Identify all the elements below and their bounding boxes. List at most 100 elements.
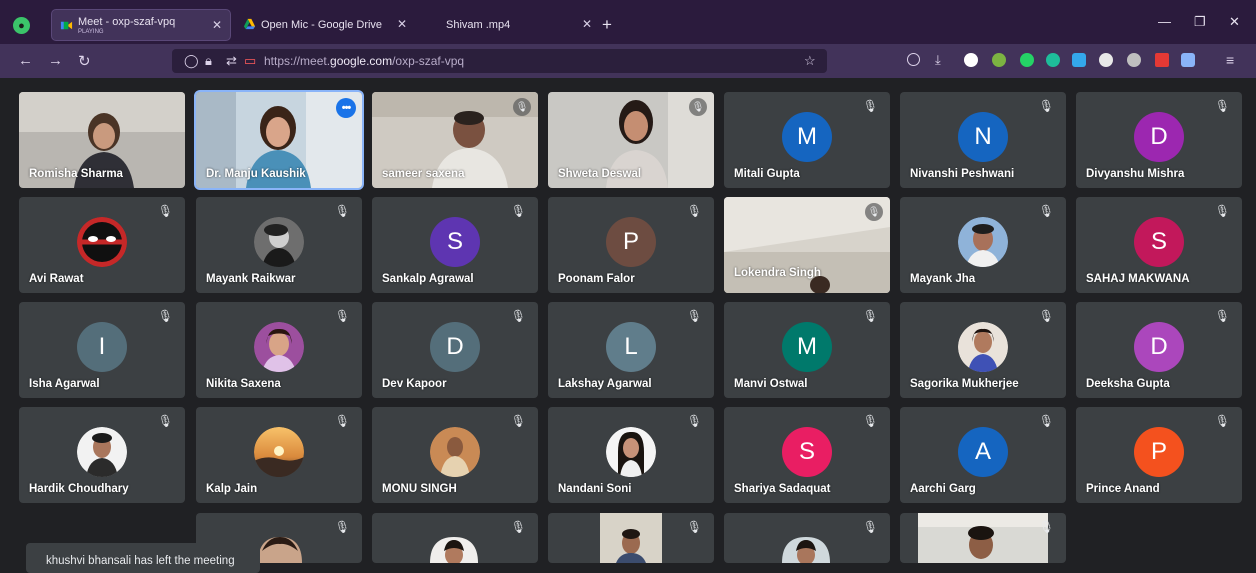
back-icon[interactable]: ← [18,52,33,69]
address-bar[interactable]: ◯ 🔒︎ ⇄ ▭ https://meet.google.com/oxp-sza… [172,49,827,73]
participant-tile[interactable]: 🎙︎ P Prince Anand [1076,407,1242,503]
participant-tile[interactable]: 🎙︎ N Nivanshi Peshwani [900,92,1066,188]
participant-name: Mayank Raikwar [206,273,296,285]
mic-off-icon: 🎙︎ [686,204,702,218]
participant-tile[interactable]: 🎙︎ D Deeksha Gupta [1076,302,1242,398]
participant-tile[interactable]: 🎙︎ Shweta Deswal [548,92,714,188]
pocket-icon[interactable] [907,53,920,66]
close-tab-icon[interactable]: ✕ [582,17,592,31]
participant-name: Avi Rawat [29,273,84,285]
mic-off-icon: 🎙︎ [865,203,883,221]
participant-tile[interactable]: 🎙︎ S Shariya Sadaquat [724,407,890,503]
participant-name: Sagorika Mukherjee [910,378,1019,390]
participant-tile[interactable]: 🎙︎ Mayank Raikwar [196,197,362,293]
participant-avatar [430,537,478,563]
restore-icon[interactable]: ❐ [1194,14,1206,30]
participant-tile[interactable]: 🎙︎ L Lakshay Agarwal [548,302,714,398]
download-icon[interactable]: ⤓ [935,52,941,68]
participant-tile[interactable]: Romisha Sharma [19,92,185,188]
participant-tile[interactable]: 🎙︎ Nikita Saxena [196,302,362,398]
mic-off-icon: 🎙︎ [334,414,350,428]
participant-name: SAHAJ MAKWANA [1086,273,1190,285]
participant-tile[interactable]: 🎙︎ D Divyanshu Mishra [1076,92,1242,188]
meet-icon [60,21,73,30]
mic-off-icon: 🎙︎ [862,414,878,428]
participant-tile[interactable]: 🎙︎ [900,513,1066,563]
tab-title: Meet - oxp-szaf-vpq [78,16,176,28]
extension-screen-icon[interactable] [1072,53,1086,67]
participant-avatar [958,322,1008,372]
participant-tile[interactable]: 🎙︎ Mayank Jha [900,197,1066,293]
participant-name: MONU SINGH [382,483,457,495]
participant-tile[interactable]: 🎙︎ M Mitali Gupta [724,92,890,188]
participant-name: Manvi Ostwal [734,378,808,390]
participant-tile[interactable]: 🎙︎ Avi Rawat [19,197,185,293]
google-drive-icon [243,18,256,30]
close-tab-icon[interactable]: ✕ [212,18,222,32]
participant-name: Divyanshu Mishra [1086,168,1185,180]
close-tab-icon[interactable]: ✕ [397,17,407,31]
participant-tile[interactable]: 🎙︎ M Manvi Ostwal [724,302,890,398]
shield-icon[interactable]: ◯ [184,53,199,69]
participant-tile[interactable]: 🎙︎ Nandani Soni [548,407,714,503]
forward-icon[interactable]: → [48,52,63,69]
tab-video-file[interactable]: Shivam .mp4 ✕ [420,9,600,41]
participant-tile[interactable]: 🎙︎ MONU SINGH [372,407,538,503]
participant-tile[interactable]: 🎙︎ D Dev Kapoor [372,302,538,398]
url-text: https://meet.google.com/oxp-szaf-vpq [264,54,465,68]
participant-name: Poonam Falor [558,273,635,285]
reload-icon[interactable]: ↻ [78,52,91,70]
tab-title: Open Mic - Google Drive [261,19,383,31]
extension-circle-icon[interactable] [1099,53,1113,67]
new-tab-icon[interactable]: + [602,15,612,35]
participant-tile[interactable]: 🎙︎ Hardik Choudhary [19,407,185,503]
lock-icon[interactable]: 🔒︎ [205,53,212,69]
mic-off-icon: 🎙︎ [1038,204,1054,218]
permissions-icon[interactable]: ⇄ [226,53,237,69]
mic-off-icon: 🎙︎ [1214,99,1230,113]
whatsapp-icon[interactable] [1020,53,1034,67]
participant-tile[interactable]: ••• Dr. Manju Kaushik [194,90,364,190]
participant-tile[interactable]: 🎙︎ P Poonam Falor [548,197,714,293]
bookmark-star-icon[interactable]: ☆ [804,53,816,69]
browser-app-icon[interactable]: ● [13,17,30,34]
tab-title: Shivam .mp4 [446,19,511,31]
extension-globe-icon[interactable] [1127,53,1141,67]
participant-tile[interactable]: 🎙︎ Kalp Jain [196,407,362,503]
mic-off-icon: 🎙︎ [334,309,350,323]
participant-name: Mayank Jha [910,273,976,285]
participant-tile[interactable]: 🎙︎ [372,513,538,563]
participant-tile[interactable]: 🎙︎ sameer saxena [372,92,538,188]
participant-tile[interactable]: 🎙︎ Lokendra Singh [724,197,890,293]
mic-off-icon: 🎙︎ [513,98,531,116]
participant-avatar [958,217,1008,267]
participant-tile[interactable]: 🎙︎ S Sankalp Agrawal [372,197,538,293]
extension-meet-icon[interactable] [992,53,1006,67]
extension-shield-icon[interactable] [1181,53,1195,67]
camera-sharing-icon[interactable]: ▭ [244,53,256,69]
participant-avatar [254,322,304,372]
tab-playing-label: PLAYING [78,29,104,35]
tab-google-drive[interactable]: Open Mic - Google Drive ✕ [235,9,415,41]
extension-red-icon[interactable] [1155,53,1169,67]
participant-name: Deeksha Gupta [1086,378,1170,390]
minimize-icon[interactable]: — [1158,14,1171,29]
participant-tile[interactable]: 🎙︎ S SAHAJ MAKWANA [1076,197,1242,293]
grammarly-icon[interactable] [1046,53,1060,67]
participant-tile[interactable]: 🎙︎ Sagorika Mukherjee [900,302,1066,398]
participant-name: Lakshay Agarwal [558,378,652,390]
more-options-button[interactable]: ••• [336,98,356,118]
participant-tile[interactable]: 🎙︎ I Isha Agarwal [19,302,185,398]
participant-name: Nikita Saxena [206,378,281,390]
tab-meet[interactable]: Meet - oxp-szaf-vpq PLAYING ✕ [51,9,231,41]
participant-tile[interactable]: 🎙︎ [724,513,890,563]
participant-name: Nivanshi Peshwani [910,168,1015,180]
participant-tile[interactable]: 🎙︎ [548,513,714,563]
participant-avatar: P [1134,427,1184,477]
menu-icon[interactable]: ≡ [1226,52,1234,68]
extension-a-icon[interactable] [964,53,978,67]
participant-tile[interactable]: 🎙︎ A Aarchi Garg [900,407,1066,503]
participant-avatar [430,427,480,477]
close-window-icon[interactable]: ✕ [1229,14,1240,30]
participant-avatar: S [782,427,832,477]
